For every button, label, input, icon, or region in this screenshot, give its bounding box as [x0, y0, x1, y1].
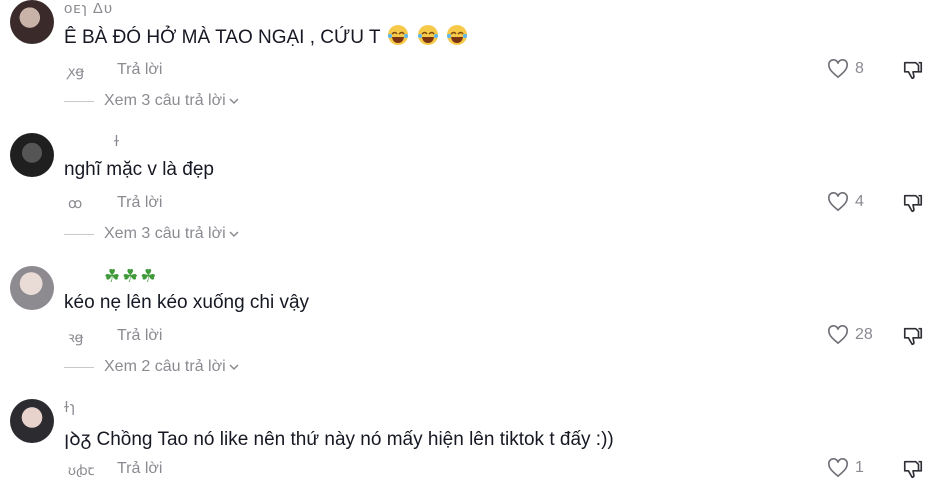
dislike-button[interactable] [902, 458, 924, 485]
laughing-tears-emoji-icon [446, 24, 468, 52]
comment-1: ᴏᴇɿ Δᴜ Ê BÀ ĐÓ HỞ MÀ TAO NGẠI , CỨU T ꭗꞡ… [0, 0, 940, 133]
view-replies-button[interactable]: Xem 3 câu trả lời [64, 225, 240, 243]
like-count: 1 [855, 459, 864, 476]
reply-button[interactable]: Trả lời [117, 61, 162, 79]
like-button[interactable]: 1 [827, 458, 864, 478]
avatar[interactable] [10, 399, 54, 443]
like-button[interactable]: 28 [827, 325, 873, 345]
like-count: 8 [855, 60, 864, 77]
username[interactable]: ɫɿ [64, 399, 76, 416]
dislike-button[interactable] [902, 192, 924, 219]
heart-outline-icon [828, 192, 848, 212]
avatar[interactable] [10, 133, 54, 177]
view-replies-label: Xem 3 câu trả lời [104, 225, 226, 242]
comment-2: ɫ nghĩ mặc v là đẹp ꝏ Trả lời 4 Xem 3 câ… [0, 133, 940, 266]
thumbs-down-icon [903, 61, 923, 80]
view-replies-button[interactable]: Xem 3 câu trả lời [64, 92, 240, 110]
comment-text: kéo nẹ lên kéo xuống chi vậy [64, 292, 310, 313]
divider [64, 366, 94, 368]
heart-outline-icon [828, 458, 848, 478]
comment-text: nghĩ mặc v là đẹp [64, 159, 214, 180]
comment-time: ꝏ [68, 195, 83, 211]
like-count: 4 [855, 193, 864, 210]
username[interactable]: ☘☘☘ [104, 266, 158, 287]
chevron-down-icon [229, 364, 239, 371]
like-button[interactable]: 4 [827, 192, 864, 212]
divider [64, 100, 94, 102]
comment-text: ꞁꝺᵹ Chồng Tao nó like nên thứ này nó mấy… [64, 429, 614, 450]
thumbs-down-icon [903, 194, 923, 213]
reply-button[interactable]: Trả lời [117, 460, 162, 478]
comment-3: ☘☘☘ kéo nẹ lên kéo xuống chi vậy ꝛꞡ Trả … [0, 266, 940, 399]
dislike-button[interactable] [902, 59, 924, 86]
avatar[interactable] [10, 266, 54, 310]
comment-text: Ê BÀ ĐÓ HỞ MÀ TAO NGẠI , CỨU T [64, 24, 468, 52]
thumbs-down-icon [903, 327, 923, 346]
view-replies-label: Xem 3 câu trả lời [104, 92, 226, 109]
username[interactable]: ᴏᴇɿ Δᴜ [64, 0, 113, 17]
username[interactable]: ɫ [114, 133, 120, 150]
chevron-down-icon [229, 98, 239, 105]
like-button[interactable]: 8 [827, 59, 864, 79]
comment-time: ꭗꞡ [68, 63, 85, 79]
comment-time: ꝛꞡ [68, 329, 84, 345]
reply-button[interactable]: Trả lời [117, 327, 162, 345]
heart-outline-icon [828, 325, 848, 345]
view-replies-button[interactable]: Xem 2 câu trả lời [64, 358, 240, 376]
comment-4: ɫɿ ꞁꝺᵹ Chồng Tao nó like nên thứ này nó … [0, 399, 940, 489]
like-count: 28 [855, 326, 873, 343]
divider [64, 233, 94, 235]
heart-outline-icon [828, 59, 848, 79]
comment-text-body: Ê BÀ ĐÓ HỞ MÀ TAO NGẠI , CỨU T [64, 27, 381, 48]
avatar[interactable] [10, 0, 54, 44]
laughing-tears-emoji-icon [417, 24, 439, 52]
reply-button[interactable]: Trả lời [117, 194, 162, 212]
comment-time: ʊꞗꞇ [68, 462, 95, 478]
laughing-tears-emoji-icon [387, 24, 409, 52]
thumbs-down-icon [903, 460, 923, 479]
view-replies-label: Xem 2 câu trả lời [104, 358, 226, 375]
dislike-button[interactable] [902, 325, 924, 352]
chevron-down-icon [229, 231, 239, 238]
